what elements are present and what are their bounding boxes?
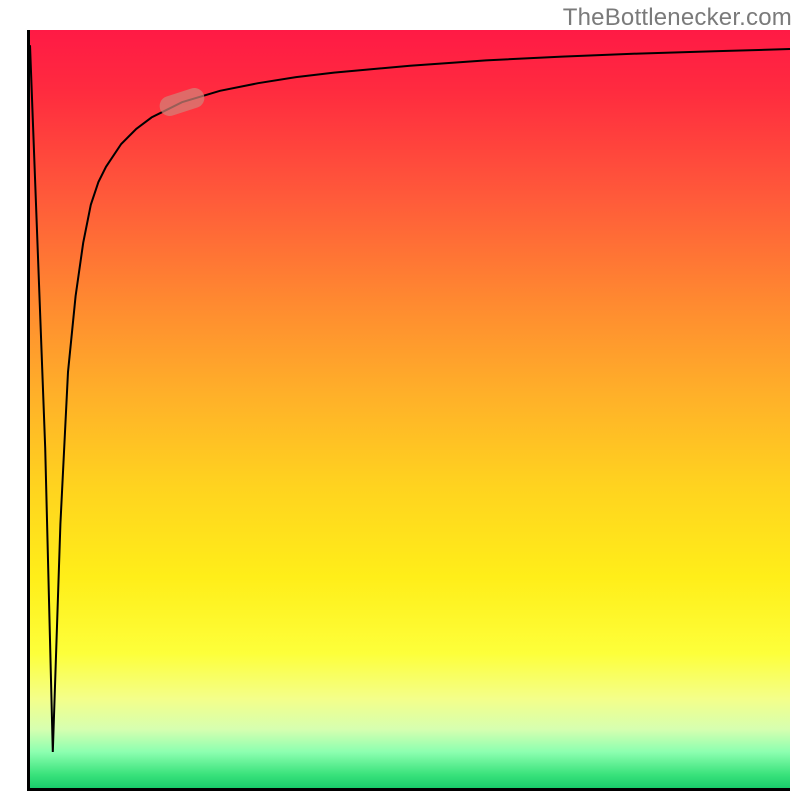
- plot-gradient-background: [30, 30, 790, 790]
- watermark-text: TheBottlenecker.com: [563, 4, 792, 32]
- x-axis: [27, 788, 790, 791]
- chart-container: TheBottlenecker.com: [0, 0, 800, 800]
- y-axis: [27, 30, 30, 790]
